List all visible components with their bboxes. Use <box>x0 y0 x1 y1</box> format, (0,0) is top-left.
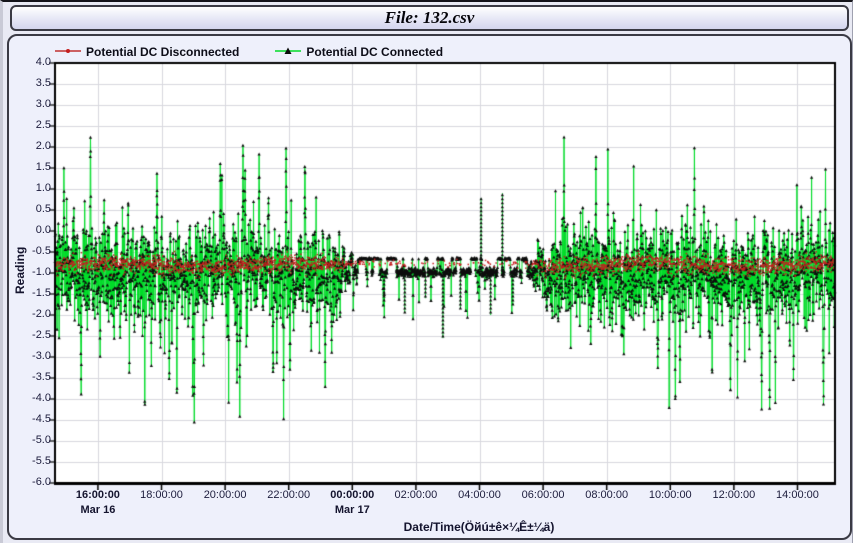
y-tick-label: -6.0 <box>9 476 51 489</box>
legend-label-disconnected: Potential DC Disconnected <box>86 45 239 59</box>
y-tick-label: 4.0 <box>9 56 51 69</box>
y-tick-label: -3.0 <box>9 350 51 363</box>
legend-label-connected: Potential DC Connected <box>306 45 443 59</box>
chart-legend: Potential DC Disconnected Potential DC C… <box>55 43 443 61</box>
application-window: File: 132.csv Potential DC Disconnected <box>0 0 853 543</box>
y-tick-label: -2.0 <box>9 308 51 321</box>
y-tick-label: -0.5 <box>9 245 51 258</box>
y-tick-label: -5.0 <box>9 434 51 447</box>
y-tick-label: 0.0 <box>9 224 51 237</box>
y-tick-label: -2.5 <box>9 329 51 342</box>
plot-canvas[interactable] <box>49 60 839 490</box>
legend-entry-connected[interactable]: Potential DC Connected <box>275 43 443 61</box>
y-tick-label: 3.0 <box>9 98 51 111</box>
y-tick-label: -1.5 <box>9 287 51 300</box>
red-line-dot-icon <box>55 43 81 61</box>
y-tick-label: -3.5 <box>9 371 51 384</box>
x-tick-date-label: Mar 17 <box>315 504 389 517</box>
y-tick-label: -1.0 <box>9 266 51 279</box>
x-axis-title: Date/Time(Öйú±ê×¼Ê±¼ä) <box>289 520 669 534</box>
y-tick-label: -4.0 <box>9 392 51 405</box>
y-tick-label: 1.0 <box>9 182 51 195</box>
y-tick-label: -4.5 <box>9 413 51 426</box>
chart-panel: Potential DC Disconnected Potential DC C… <box>7 34 852 540</box>
legend-entry-disconnected[interactable]: Potential DC Disconnected <box>55 43 239 61</box>
y-tick-label: 3.5 <box>9 77 51 90</box>
x-tick-label: 14:00:00 <box>760 489 834 502</box>
y-tick-label: 2.5 <box>9 119 51 132</box>
file-title-bar: File: 132.csv <box>10 5 849 31</box>
green-line-triangle-icon <box>275 43 301 61</box>
y-tick-label: -5.5 <box>9 455 51 468</box>
x-tick-date-label: Mar 16 <box>61 504 135 517</box>
y-tick-label: 1.5 <box>9 161 51 174</box>
y-tick-label: 0.5 <box>9 203 51 216</box>
y-tick-label: 2.0 <box>9 140 51 153</box>
file-title-text: File: 132.csv <box>385 8 475 28</box>
